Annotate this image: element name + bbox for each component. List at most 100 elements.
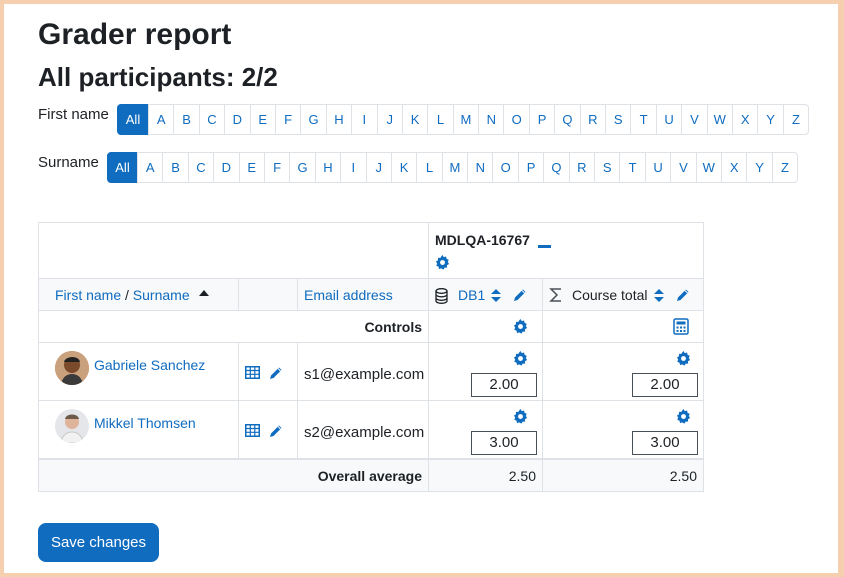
- db1-grade-cell: 3.00: [428, 400, 543, 459]
- surname-letter-c[interactable]: C: [187, 152, 215, 183]
- surname-letter-z[interactable]: Z: [771, 152, 799, 183]
- surname-letter-b[interactable]: B: [162, 152, 189, 183]
- surname-letter-d[interactable]: D: [213, 152, 240, 183]
- actions-column-header: [238, 278, 298, 311]
- grade-input[interactable]: 3.00: [471, 431, 537, 455]
- first-name-letter-z[interactable]: Z: [782, 104, 810, 135]
- pencil-icon[interactable]: [676, 288, 690, 306]
- student-name-link[interactable]: Mikkel Thomsen: [94, 415, 196, 431]
- first-name-letter-o[interactable]: O: [503, 104, 530, 135]
- save-changes-button[interactable]: Save changes: [38, 523, 159, 562]
- pencil-icon[interactable]: [269, 366, 283, 384]
- surname-letter-o[interactable]: O: [492, 152, 519, 183]
- student-name-link[interactable]: Gabriele Sanchez: [94, 357, 205, 373]
- surname-letter-q[interactable]: Q: [543, 152, 570, 183]
- surname-letter-i[interactable]: I: [340, 152, 367, 183]
- course-total-label: Course total: [572, 287, 648, 303]
- grade-input[interactable]: 2.00: [471, 373, 537, 397]
- first-name-letter-c[interactable]: C: [198, 104, 226, 135]
- student-email-cell: s1@example.com: [297, 342, 429, 401]
- first-name-letter-n[interactable]: N: [478, 104, 505, 135]
- course-total-input[interactable]: 3.00: [632, 431, 698, 455]
- surname-letter-n[interactable]: N: [467, 152, 494, 183]
- sort-toggle-icon[interactable]: [654, 288, 664, 307]
- first-name-letter-e[interactable]: E: [249, 104, 276, 135]
- gear-icon[interactable]: [676, 351, 691, 370]
- surname-letter-t[interactable]: T: [619, 152, 646, 183]
- surname-letter-s[interactable]: S: [594, 152, 621, 183]
- calculator-icon[interactable]: [673, 318, 689, 339]
- first-name-letter-k[interactable]: K: [401, 104, 429, 135]
- surname-letter-j[interactable]: J: [365, 152, 392, 183]
- overall-average-label-cell: Overall average: [38, 458, 429, 492]
- first-name-letter-all[interactable]: All: [117, 104, 149, 135]
- surname-letter-y[interactable]: Y: [746, 152, 773, 183]
- sort-toggle-icon[interactable]: [491, 288, 501, 307]
- first-name-letter-x[interactable]: X: [731, 104, 759, 135]
- header-blank-cell: [38, 222, 429, 279]
- surname-letter-v[interactable]: V: [670, 152, 697, 183]
- student-email-cell: s2@example.com: [297, 400, 429, 459]
- surname-letter-r[interactable]: R: [568, 152, 596, 183]
- surname-letter-w[interactable]: W: [695, 152, 722, 183]
- gear-icon[interactable]: [676, 409, 691, 428]
- first-name-letter-g[interactable]: G: [300, 104, 327, 135]
- first-name-letter-i[interactable]: I: [351, 104, 378, 135]
- name-separator: /: [121, 287, 133, 303]
- first-name-letter-f[interactable]: F: [274, 104, 302, 135]
- surname-letter-k[interactable]: K: [390, 152, 418, 183]
- surname-letter-h[interactable]: H: [314, 152, 342, 183]
- surname-letter-p[interactable]: P: [517, 152, 545, 183]
- gear-icon[interactable]: [513, 319, 528, 338]
- first-name-letter-w[interactable]: W: [706, 104, 733, 135]
- collapse-icon[interactable]: [538, 236, 551, 253]
- first-name-letter-u[interactable]: U: [655, 104, 683, 135]
- surname-letter-g[interactable]: G: [289, 152, 316, 183]
- course-total-column-header: Course total: [542, 278, 704, 311]
- first-name-pager: All A B C D E F G H I J K L M N O P Q R S T U V W X Y Z: [117, 104, 810, 135]
- sigma-icon: [549, 287, 563, 307]
- first-name-letter-y[interactable]: Y: [757, 104, 784, 135]
- avatar[interactable]: [55, 409, 89, 443]
- surname-letter-a[interactable]: A: [137, 152, 164, 183]
- surname-letter-f[interactable]: F: [263, 152, 291, 183]
- first-name-letter-v[interactable]: V: [681, 104, 708, 135]
- controls-total-cell: [542, 310, 704, 343]
- gear-icon[interactable]: [513, 409, 528, 428]
- sort-surname-link[interactable]: Surname: [133, 287, 190, 303]
- first-name-letter-b[interactable]: B: [173, 104, 200, 135]
- db1-link[interactable]: DB1: [458, 287, 485, 303]
- first-name-letter-q[interactable]: Q: [554, 104, 581, 135]
- sort-first-name-link[interactable]: First name: [55, 287, 121, 303]
- avatar[interactable]: [55, 351, 89, 385]
- grid-table-icon[interactable]: [245, 424, 260, 441]
- email-column-header: Email address: [297, 278, 429, 311]
- overall-average-label: Overall average: [317, 468, 422, 484]
- first-name-letter-l[interactable]: L: [427, 104, 454, 135]
- pencil-icon[interactable]: [513, 288, 527, 306]
- first-name-letter-t[interactable]: T: [630, 104, 657, 135]
- email-sort-link[interactable]: Email address: [304, 287, 393, 303]
- surname-letter-l[interactable]: L: [416, 152, 443, 183]
- first-name-letter-d[interactable]: D: [224, 104, 251, 135]
- first-name-letter-h[interactable]: H: [325, 104, 353, 135]
- surname-letter-u[interactable]: U: [644, 152, 672, 183]
- surname-letter-m[interactable]: M: [441, 152, 469, 183]
- first-name-letter-r[interactable]: R: [579, 104, 607, 135]
- grid-table-icon[interactable]: [245, 366, 260, 383]
- course-total-cell: 2.00: [542, 342, 704, 401]
- surname-letter-e[interactable]: E: [238, 152, 265, 183]
- surname-letter-x[interactable]: X: [720, 152, 748, 183]
- first-name-letter-a[interactable]: A: [148, 104, 175, 135]
- pencil-icon[interactable]: [269, 424, 283, 442]
- surname-letter-all[interactable]: All: [107, 152, 138, 183]
- first-name-filter: First name All A B C D E F G H I J K L M N O P Q R S T U V W X Y Z: [38, 104, 810, 135]
- gear-icon[interactable]: [435, 255, 450, 274]
- first-name-letter-j[interactable]: J: [376, 104, 403, 135]
- course-total-input[interactable]: 2.00: [632, 373, 698, 397]
- gear-icon[interactable]: [513, 351, 528, 370]
- name-column-header: First name / Surname: [38, 278, 239, 311]
- first-name-letter-m[interactable]: M: [452, 104, 480, 135]
- first-name-letter-p[interactable]: P: [528, 104, 556, 135]
- first-name-letter-s[interactable]: S: [605, 104, 632, 135]
